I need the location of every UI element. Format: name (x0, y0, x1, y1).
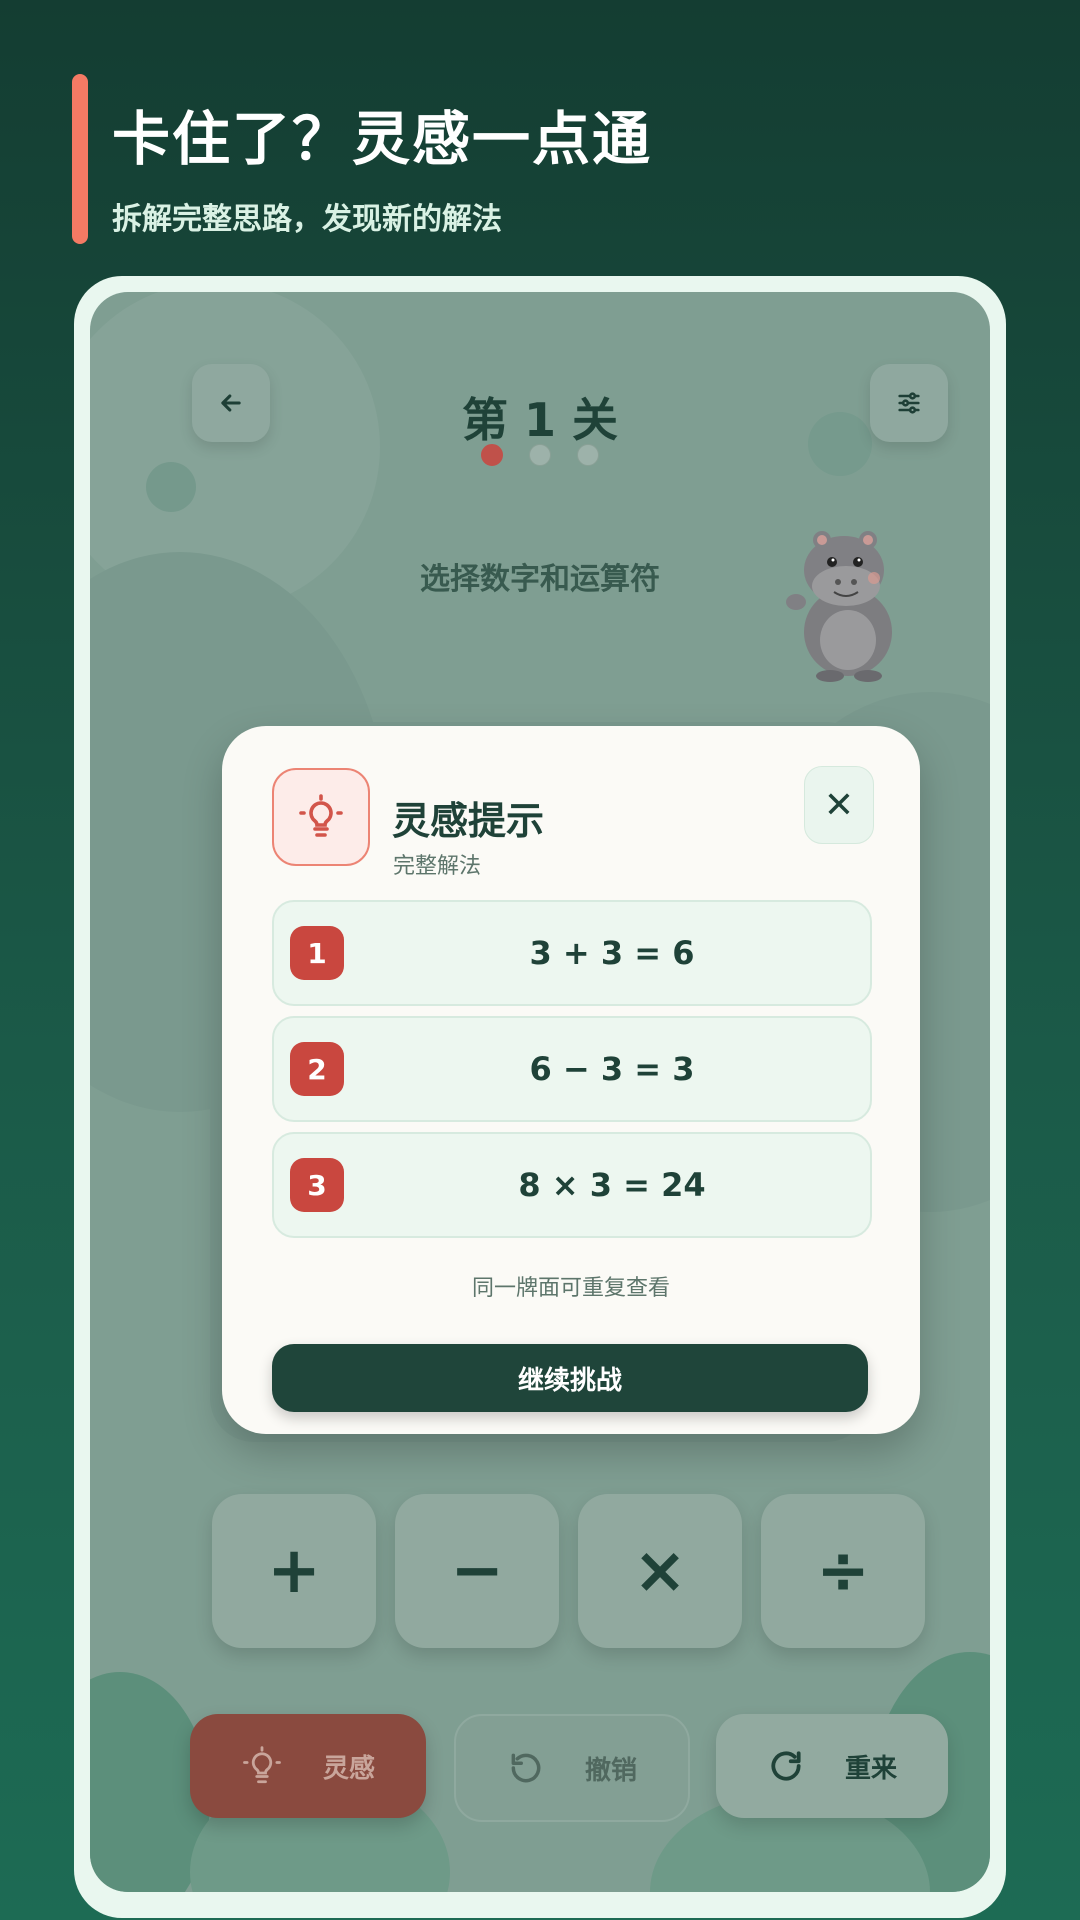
step-number-badge: 1 (290, 926, 344, 980)
operator-minus-button[interactable]: − (395, 1494, 559, 1648)
lightbulb-icon (299, 794, 343, 837)
modal-title: 灵感提示 (392, 799, 545, 843)
step-equation: 6 − 3 = 3 (529, 1050, 695, 1088)
operator-divide-button[interactable]: ÷ (761, 1494, 925, 1648)
repeat-note: 同一牌面可重复查看 (471, 1276, 670, 1301)
close-icon: ✕ (823, 784, 855, 826)
hint-button[interactable]: 灵感 (190, 1714, 426, 1818)
progress-dot (481, 444, 503, 466)
bg-blob (146, 462, 196, 512)
undo-label: 撤销 (584, 1755, 637, 1786)
hint-label: 灵感 (322, 1753, 375, 1784)
hero-subtitle: 拆解完整思路，发现新的解法 (112, 202, 502, 237)
step-number-badge: 3 (290, 1158, 344, 1212)
operator-multiply-button[interactable]: × (578, 1494, 742, 1648)
sliders-icon (898, 392, 920, 414)
level-progress (90, 444, 990, 466)
undo-button[interactable]: 撤销 (454, 1714, 690, 1822)
restart-label: 重来 (844, 1753, 897, 1784)
close-button[interactable]: ✕ (804, 766, 874, 844)
solution-step: 2 6 − 3 = 3 (272, 1016, 872, 1122)
modal-icon-box (272, 768, 370, 866)
hero-title: 卡住了？灵感一点通 (112, 105, 653, 173)
continue-button[interactable]: 继续挑战 (272, 1344, 868, 1412)
accent-bar (72, 74, 88, 244)
step-equation: 8 × 3 = 24 (518, 1166, 706, 1204)
restart-button[interactable]: 重来 (716, 1714, 948, 1818)
solution-step: 1 3 + 3 = 6 (272, 900, 872, 1006)
operator-plus-button[interactable]: + (212, 1494, 376, 1648)
progress-dot (577, 444, 599, 466)
level-title: 第 1 关 (461, 393, 619, 447)
hint-modal: 灵感提示 完整解法 ✕ 1 3 + 3 = 6 2 6 − 3 = 3 3 8 … (222, 726, 920, 1434)
undo-icon (511, 1753, 541, 1783)
settings-button[interactable] (870, 364, 948, 442)
progress-dot (529, 444, 551, 466)
modal-subtitle: 完整解法 (393, 854, 482, 879)
step-number-badge: 2 (290, 1042, 344, 1096)
solution-step: 3 8 × 3 = 24 (272, 1132, 872, 1238)
step-equation: 3 + 3 = 6 (529, 934, 695, 972)
hippo-mascot (786, 531, 892, 682)
restart-icon (771, 1751, 801, 1781)
lightbulb-icon (243, 1746, 281, 1784)
